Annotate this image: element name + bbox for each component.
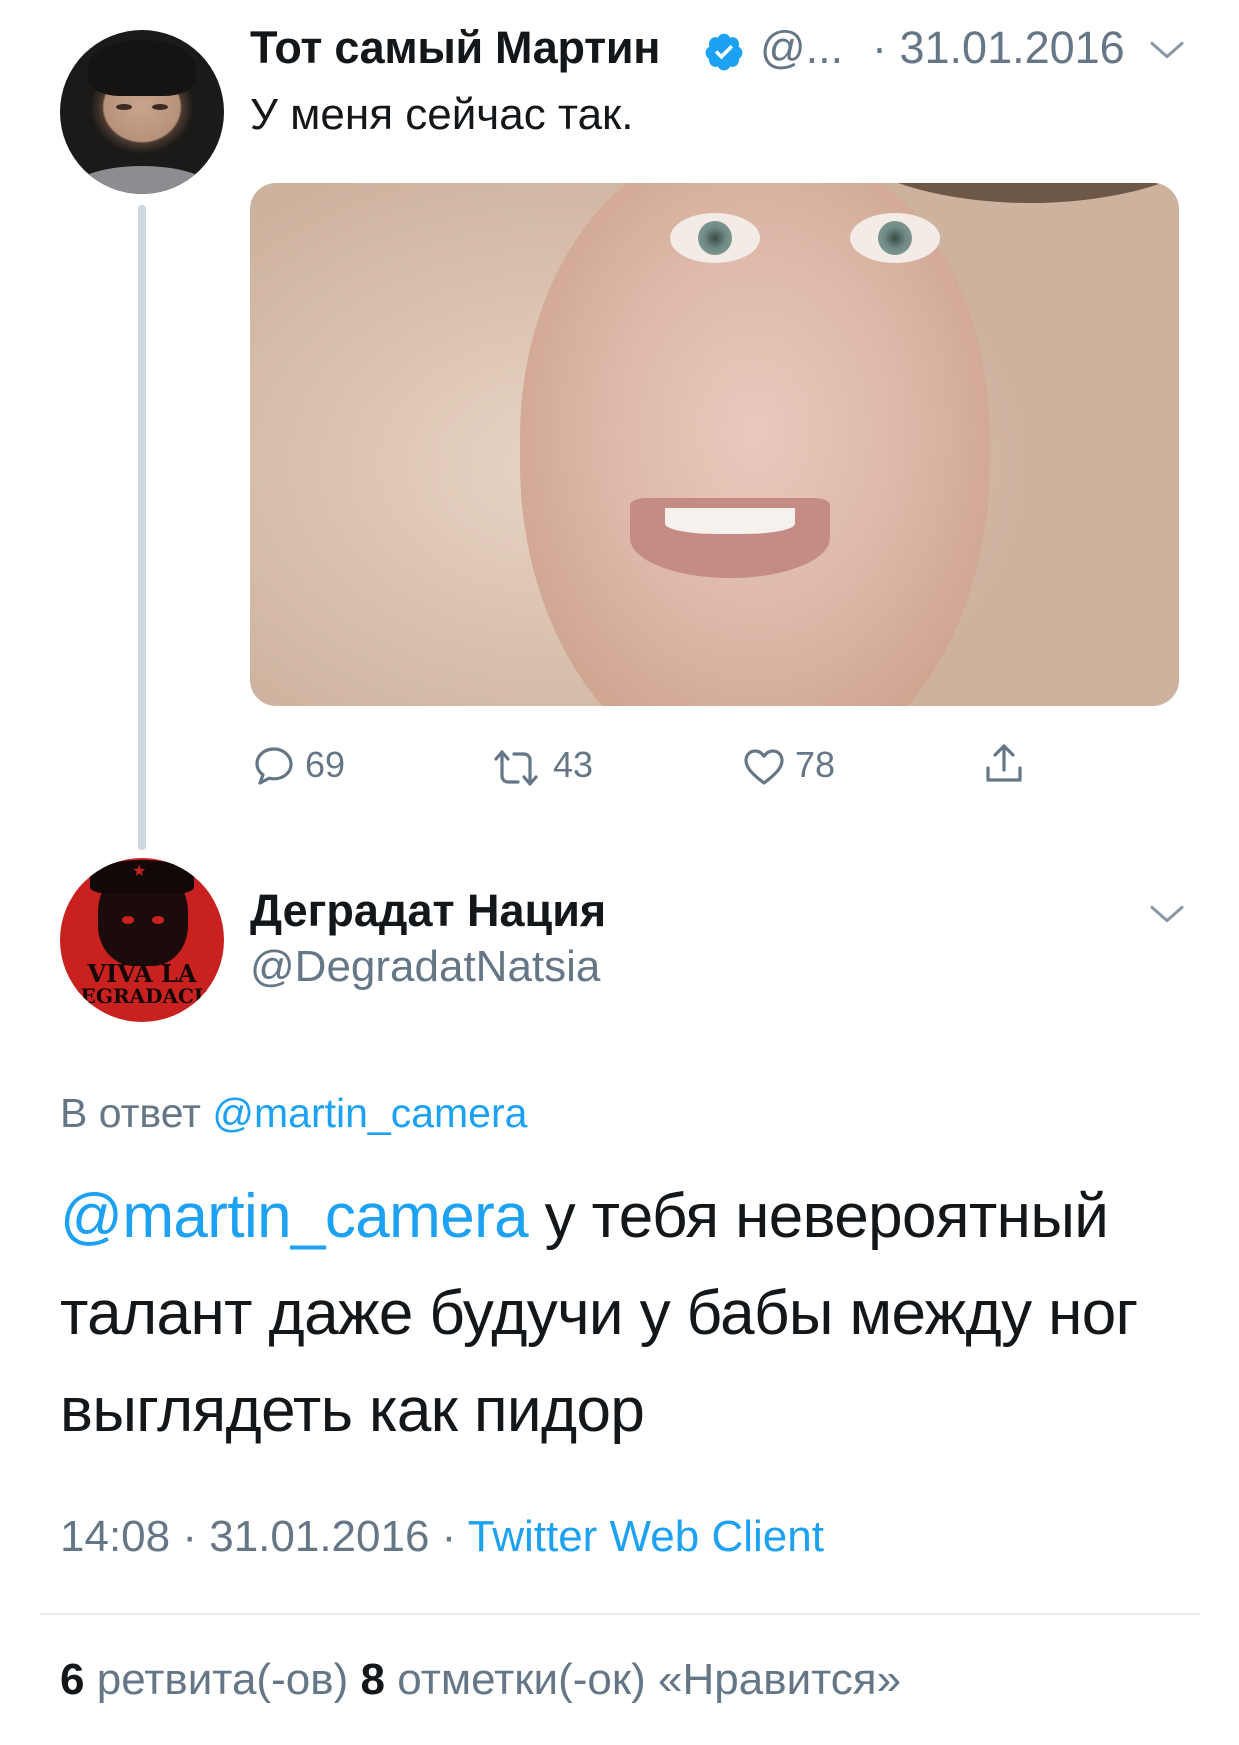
tweet-source-link[interactable]: Twitter Web Client (468, 1512, 824, 1561)
avatar-caption-line2: DEGRADACIÓ (63, 984, 221, 1008)
star-icon: ★ (132, 863, 147, 880)
parent-author-avatar[interactable] (60, 30, 224, 194)
divider (40, 1613, 1200, 1615)
meta-separator: · (429, 1512, 468, 1561)
tweet-date: 31.01.2016 (209, 1512, 430, 1561)
reply-tweet-text: @martin_camera у тебя невероятный талант… (60, 1168, 1180, 1459)
photo-eye-left (670, 213, 760, 263)
avatar-eye-right (152, 916, 164, 924)
meta-separator: · (170, 1512, 210, 1561)
heart-icon[interactable] (740, 742, 788, 790)
photo-eye-right (850, 213, 940, 263)
retweets-count[interactable]: 6 (60, 1655, 84, 1704)
parent-author-name[interactable]: Тот самый Мартин (250, 22, 660, 74)
tweet-photo[interactable] (250, 183, 1179, 706)
engagement-stats: 6 ретвита(-ов) 8 отметки(-ок) «Нравится» (60, 1655, 901, 1705)
retweet-icon[interactable] (492, 744, 540, 792)
avatar-caption-line1: VIVA LA (87, 959, 197, 988)
reply-count[interactable]: 69 (305, 744, 345, 786)
reply-author-name[interactable]: Деградат Нация (250, 885, 606, 937)
reply-author-avatar[interactable]: ★ VIVA LA DEGRADACIÓ (60, 858, 224, 1022)
photo-face (520, 183, 1179, 706)
like-count[interactable]: 78 (795, 744, 835, 786)
parent-tweet-date[interactable]: · 31.01.2016 (872, 22, 1125, 74)
avatar-eye-right (152, 104, 168, 110)
tweet-time: 14:08 (60, 1512, 171, 1561)
in-reply-to: В ответ @martin_camera (60, 1090, 527, 1137)
verified-badge-icon (705, 33, 743, 71)
avatar-eye-left (116, 104, 132, 110)
retweet-count[interactable]: 43 (553, 744, 593, 786)
photo-teeth (665, 508, 795, 534)
chevron-down-icon[interactable] (1147, 894, 1187, 934)
in-reply-handle-link[interactable]: @martin_camera (212, 1090, 527, 1136)
in-reply-prefix: В ответ (60, 1090, 201, 1136)
avatar-eye-left (122, 916, 134, 924)
reply-tweet-meta: 14:08 · 31.01.2016 · Twitter Web Client (60, 1512, 824, 1562)
photo-hair (820, 183, 1179, 203)
avatar-shirt (70, 166, 214, 194)
likes-label[interactable]: отметки(-ок) «Нравится» (397, 1655, 901, 1704)
likes-count[interactable]: 8 (360, 1655, 384, 1704)
avatar-hair (88, 40, 196, 96)
retweets-label[interactable]: ретвита(-ов) (97, 1655, 349, 1704)
parent-author-handle[interactable]: @... (760, 22, 843, 74)
thread-connector-line (138, 205, 146, 850)
reply-author-handle[interactable]: @DegradatNatsia (250, 942, 600, 992)
reply-icon[interactable] (250, 742, 298, 790)
parent-tweet-text: У меня сейчас так. (250, 90, 634, 139)
share-icon[interactable] (980, 740, 1028, 788)
mention-link[interactable]: @martin_camera (60, 1182, 529, 1251)
chevron-down-icon[interactable] (1147, 30, 1187, 70)
